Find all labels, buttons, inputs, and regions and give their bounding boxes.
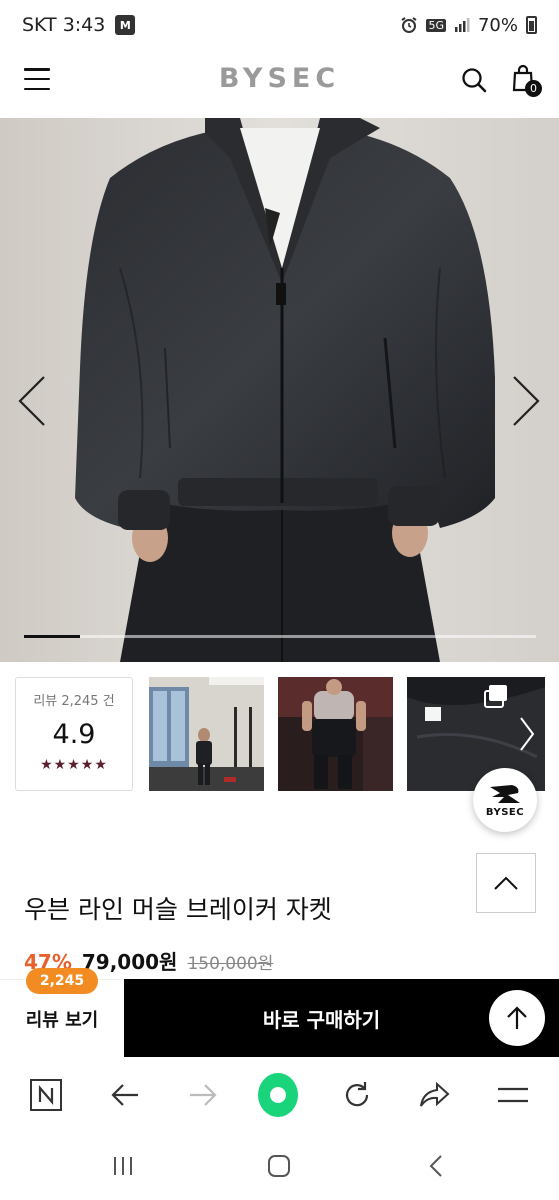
green-home-icon [258,1073,298,1117]
review-photo-thumbnail[interactable] [149,677,264,791]
browser-forward-button[interactable] [183,1075,223,1115]
scroll-top-button[interactable] [476,853,536,913]
carousel-progress [24,635,536,638]
browser-menu-button[interactable] [493,1075,533,1115]
review-score: 4.9 [52,719,96,750]
status-bar: SKT 3:43 M 5G 70% [0,0,559,50]
cart-count-badge: 0 [525,80,542,97]
browser-home-button[interactable] [258,1073,298,1117]
arrow-right-icon [190,1084,217,1106]
home-square-icon [268,1155,290,1177]
bysec-logo-icon [490,784,520,803]
scroll-up-button[interactable] [489,990,545,1046]
browser-toolbar [0,1057,559,1133]
system-back-button[interactable] [416,1151,456,1181]
arrow-left-icon [111,1084,138,1106]
carousel-prev-icon[interactable] [14,373,50,429]
purchase-action-bar: 2,245 리뷰 보기 바로 구매하기 [0,968,559,1057]
status-left: SKT 3:43 M [22,14,136,36]
signal-icon [454,18,470,32]
review-strip: 리뷰 2,245 건 4.9 ★★★★★ [0,662,559,802]
cart-button[interactable]: 0 [511,64,542,97]
thumbnail-next-icon[interactable] [517,714,537,754]
share-icon [420,1081,450,1107]
system-navigation-bar [0,1133,559,1200]
review-photo [149,677,264,791]
naver-n-icon [30,1079,62,1111]
view-reviews-label: 리뷰 보기 [25,1009,99,1031]
sale-price: 79,000원 [81,950,178,974]
status-right: 5G 70% [400,15,537,36]
bysec-fab-label: BYSEC [485,806,525,818]
review-photo-thumbnail[interactable] [278,677,393,791]
battery-percent: 70% [477,14,518,36]
m-stock-icon: M [115,15,136,35]
product-title: 우븐 라인 머슬 브레이커 자켓 [24,895,332,924]
browser-refresh-button[interactable] [337,1075,377,1115]
brand-chat-button[interactable]: BYSEC [473,768,537,832]
buy-now-label: 바로 구매하기 [262,1007,381,1032]
recent-apps-icon [114,1157,132,1175]
recent-apps-button[interactable] [103,1151,143,1181]
system-home-button[interactable] [259,1151,299,1181]
carousel-next-icon[interactable] [508,373,544,429]
site-header: BYSEC 0 [0,50,559,118]
menu-lines-icon [498,1087,528,1103]
review-count: 리뷰 2,245 건 [33,694,115,709]
network-type: 5G [426,18,446,32]
arrow-up-icon [507,1006,527,1029]
product-image-carousel[interactable] [0,118,559,662]
battery-icon [526,16,537,34]
product-photo [0,118,559,662]
review-summary-card[interactable]: 리뷰 2,245 건 4.9 ★★★★★ [15,677,133,791]
carrier-time: SKT 3:43 [22,14,106,36]
original-price: 150,000원 [187,954,274,974]
browser-back-button[interactable] [105,1075,145,1115]
refresh-icon [345,1082,369,1107]
review-photo [278,677,393,791]
search-icon[interactable] [460,66,488,94]
chevron-up-icon [494,876,518,890]
alarm-icon [401,17,418,33]
review-count-badge: 2,245 [26,968,98,994]
chevron-left-icon [429,1155,442,1177]
star-rating-icon: ★★★★★ [40,757,108,773]
naver-home-button[interactable] [26,1075,66,1115]
carousel-progress-fill [24,635,81,638]
browser-share-button[interactable] [414,1075,454,1115]
view-reviews-button[interactable]: 2,245 리뷰 보기 [0,968,124,1057]
